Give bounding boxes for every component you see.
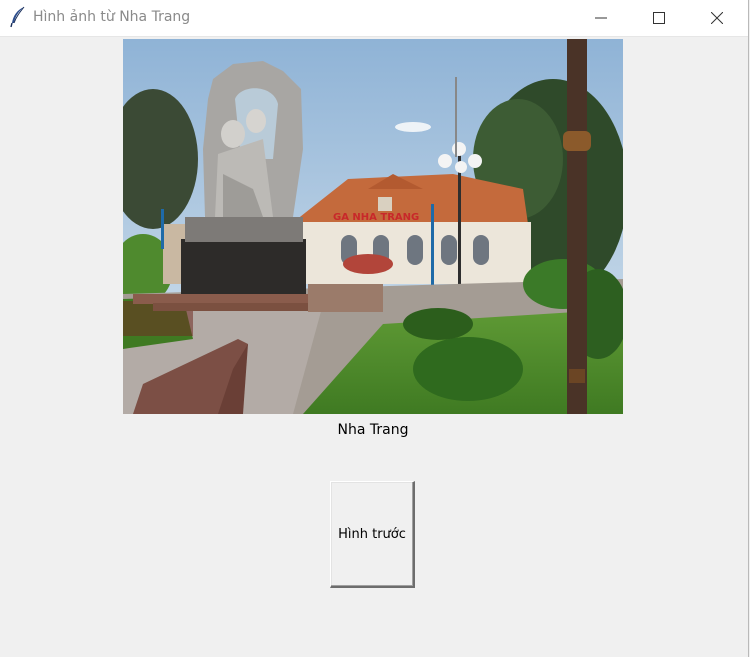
station-sign: GA NHA TRANG xyxy=(333,212,419,223)
close-button[interactable] xyxy=(694,0,740,36)
app-window: Hình ảnh từ Nha Trang GA NHA TRANG Nha T… xyxy=(0,0,749,657)
title-bar[interactable]: Hình ảnh từ Nha Trang xyxy=(0,0,748,37)
nha-trang-photo: GA NHA TRANG xyxy=(123,39,623,414)
close-icon xyxy=(711,12,723,24)
window-title: Hình ảnh từ Nha Trang xyxy=(33,9,191,25)
minimize-button[interactable] xyxy=(578,0,624,36)
maximize-icon xyxy=(653,12,665,24)
minimize-icon xyxy=(595,17,607,19)
image-caption: Nha Trang xyxy=(337,422,409,438)
feather-icon xyxy=(9,6,27,28)
maximize-button[interactable] xyxy=(636,0,682,36)
previous-image-button[interactable]: Hình trước xyxy=(330,481,415,588)
